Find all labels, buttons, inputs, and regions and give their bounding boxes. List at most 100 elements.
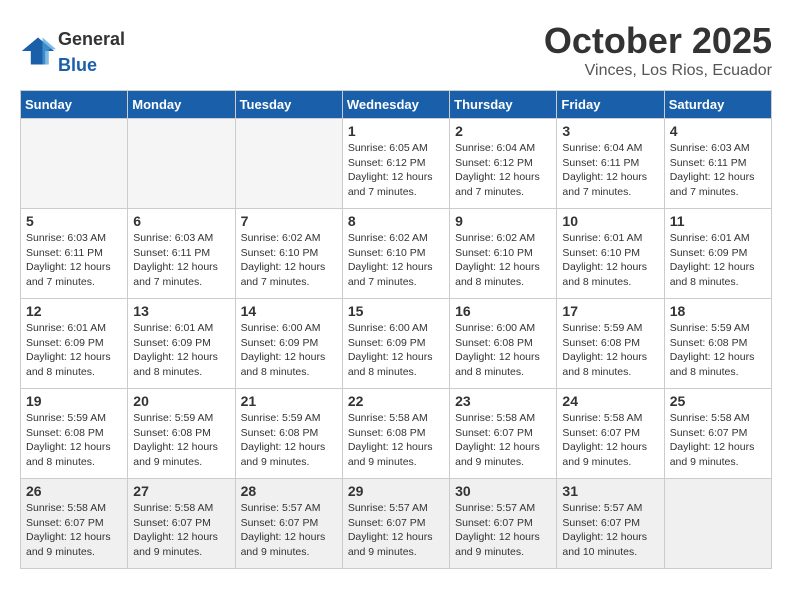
day-info: Sunrise: 5:58 AM Sunset: 6:07 PM Dayligh… xyxy=(562,411,658,470)
day-info: Sunrise: 5:58 AM Sunset: 6:07 PM Dayligh… xyxy=(133,501,229,560)
day-info: Sunrise: 5:59 AM Sunset: 6:08 PM Dayligh… xyxy=(670,321,766,380)
calendar-day xyxy=(128,119,235,209)
day-number: 9 xyxy=(455,213,551,229)
calendar-day: 5 Sunrise: 6:03 AM Sunset: 6:11 PM Daylig… xyxy=(21,209,128,299)
week-row: 1 Sunrise: 6:05 AM Sunset: 6:12 PM Daylig… xyxy=(21,119,772,209)
day-number: 4 xyxy=(670,123,766,139)
calendar-day xyxy=(235,119,342,209)
day-number: 25 xyxy=(670,393,766,409)
day-number: 21 xyxy=(241,393,337,409)
calendar-day: 10Sunrise: 6:01 AM Sunset: 6:10 PM Dayli… xyxy=(557,209,664,299)
weekday-header: Sunday xyxy=(21,91,128,119)
weekday-header: Monday xyxy=(128,91,235,119)
day-number: 20 xyxy=(133,393,229,409)
day-info: Sunrise: 5:58 AM Sunset: 6:07 PM Dayligh… xyxy=(455,411,551,470)
day-number: 24 xyxy=(562,393,658,409)
day-number: 16 xyxy=(455,303,551,319)
calendar-table: SundayMondayTuesdayWednesdayThursdayFrid… xyxy=(20,90,772,569)
calendar-day: 6 Sunrise: 6:03 AM Sunset: 6:11 PM Daylig… xyxy=(128,209,235,299)
day-info: Sunrise: 6:05 AM Sunset: 6:12 PM Dayligh… xyxy=(348,141,444,200)
calendar-day xyxy=(664,479,771,569)
day-number: 28 xyxy=(241,483,337,499)
day-info: Sunrise: 5:57 AM Sunset: 6:07 PM Dayligh… xyxy=(241,501,337,560)
day-info: Sunrise: 6:01 AM Sunset: 6:09 PM Dayligh… xyxy=(670,231,766,290)
week-row: 26Sunrise: 5:58 AM Sunset: 6:07 PM Dayli… xyxy=(21,479,772,569)
day-number: 17 xyxy=(562,303,658,319)
day-number: 3 xyxy=(562,123,658,139)
calendar-day: 30Sunrise: 5:57 AM Sunset: 6:07 PM Dayli… xyxy=(450,479,557,569)
day-number: 6 xyxy=(133,213,229,229)
day-info: Sunrise: 6:01 AM Sunset: 6:09 PM Dayligh… xyxy=(26,321,122,380)
day-info: Sunrise: 6:02 AM Sunset: 6:10 PM Dayligh… xyxy=(241,231,337,290)
weekday-header-row: SundayMondayTuesdayWednesdayThursdayFrid… xyxy=(21,91,772,119)
calendar-day: 28 Sunrise: 5:57 AM Sunset: 6:07 PM Dayli… xyxy=(235,479,342,569)
calendar-day: 15 Sunrise: 6:00 AM Sunset: 6:09 PM Dayli… xyxy=(342,299,449,389)
day-number: 19 xyxy=(26,393,122,409)
day-info: Sunrise: 6:03 AM Sunset: 6:11 PM Dayligh… xyxy=(670,141,766,200)
day-info: Sunrise: 5:57 AM Sunset: 6:07 PM Dayligh… xyxy=(348,501,444,560)
weekday-header: Thursday xyxy=(450,91,557,119)
calendar-day: 26Sunrise: 5:58 AM Sunset: 6:07 PM Dayli… xyxy=(21,479,128,569)
day-info: Sunrise: 5:58 AM Sunset: 6:08 PM Dayligh… xyxy=(348,411,444,470)
calendar-day: 17 Sunrise: 5:59 AM Sunset: 6:08 PM Dayli… xyxy=(557,299,664,389)
calendar-day: 22 Sunrise: 5:58 AM Sunset: 6:08 PM Dayli… xyxy=(342,389,449,479)
calendar-day: 21 Sunrise: 5:59 AM Sunset: 6:08 PM Dayli… xyxy=(235,389,342,479)
calendar-day: 31Sunrise: 5:57 AM Sunset: 6:07 PM Dayli… xyxy=(557,479,664,569)
day-info: Sunrise: 6:04 AM Sunset: 6:11 PM Dayligh… xyxy=(562,141,658,200)
calendar-day: 12 Sunrise: 6:01 AM Sunset: 6:09 PM Dayli… xyxy=(21,299,128,389)
calendar-day: 18Sunrise: 5:59 AM Sunset: 6:08 PM Dayli… xyxy=(664,299,771,389)
calendar-day: 27 Sunrise: 5:58 AM Sunset: 6:07 PM Dayli… xyxy=(128,479,235,569)
calendar-day: 25 Sunrise: 5:58 AM Sunset: 6:07 PM Dayli… xyxy=(664,389,771,479)
calendar-day: 23 Sunrise: 5:58 AM Sunset: 6:07 PM Dayli… xyxy=(450,389,557,479)
day-number: 14 xyxy=(241,303,337,319)
weekday-header: Friday xyxy=(557,91,664,119)
day-number: 23 xyxy=(455,393,551,409)
day-info: Sunrise: 5:58 AM Sunset: 6:07 PM Dayligh… xyxy=(670,411,766,470)
day-info: Sunrise: 5:57 AM Sunset: 6:07 PM Dayligh… xyxy=(562,501,658,560)
calendar-day: 9 Sunrise: 6:02 AM Sunset: 6:10 PM Daylig… xyxy=(450,209,557,299)
day-number: 10 xyxy=(562,213,658,229)
calendar-day: 4 Sunrise: 6:03 AM Sunset: 6:11 PM Daylig… xyxy=(664,119,771,209)
month-title: October 2025 xyxy=(544,20,772,62)
day-info: Sunrise: 5:59 AM Sunset: 6:08 PM Dayligh… xyxy=(133,411,229,470)
calendar-day: 20 Sunrise: 5:59 AM Sunset: 6:08 PM Dayli… xyxy=(128,389,235,479)
day-info: Sunrise: 6:01 AM Sunset: 6:09 PM Dayligh… xyxy=(133,321,229,380)
day-info: Sunrise: 6:02 AM Sunset: 6:10 PM Dayligh… xyxy=(455,231,551,290)
calendar-day: 3 Sunrise: 6:04 AM Sunset: 6:11 PM Daylig… xyxy=(557,119,664,209)
day-number: 12 xyxy=(26,303,122,319)
calendar-day: 29Sunrise: 5:57 AM Sunset: 6:07 PM Dayli… xyxy=(342,479,449,569)
weekday-header: Wednesday xyxy=(342,91,449,119)
calendar-day: 24 Sunrise: 5:58 AM Sunset: 6:07 PM Dayli… xyxy=(557,389,664,479)
calendar-day: 11 Sunrise: 6:01 AM Sunset: 6:09 PM Dayli… xyxy=(664,209,771,299)
day-number: 5 xyxy=(26,213,122,229)
calendar-day: 2Sunrise: 6:04 AM Sunset: 6:12 PM Daylig… xyxy=(450,119,557,209)
day-info: Sunrise: 5:58 AM Sunset: 6:07 PM Dayligh… xyxy=(26,501,122,560)
day-number: 15 xyxy=(348,303,444,319)
week-row: 19 Sunrise: 5:59 AM Sunset: 6:08 PM Dayli… xyxy=(21,389,772,479)
day-number: 1 xyxy=(348,123,444,139)
day-number: 11 xyxy=(670,213,766,229)
day-number: 27 xyxy=(133,483,229,499)
day-number: 7 xyxy=(241,213,337,229)
location: Vinces, Los Rios, Ecuador xyxy=(544,62,772,80)
title-area: October 2025 Vinces, Los Rios, Ecuador xyxy=(544,20,772,80)
calendar-day xyxy=(21,119,128,209)
day-info: Sunrise: 6:03 AM Sunset: 6:11 PM Dayligh… xyxy=(133,231,229,290)
day-info: Sunrise: 6:03 AM Sunset: 6:11 PM Dayligh… xyxy=(26,231,122,290)
day-info: Sunrise: 6:00 AM Sunset: 6:09 PM Dayligh… xyxy=(241,321,337,380)
calendar-day: 13Sunrise: 6:01 AM Sunset: 6:09 PM Dayli… xyxy=(128,299,235,389)
day-info: Sunrise: 6:02 AM Sunset: 6:10 PM Dayligh… xyxy=(348,231,444,290)
calendar-day: 16 Sunrise: 6:00 AM Sunset: 6:08 PM Dayli… xyxy=(450,299,557,389)
day-number: 22 xyxy=(348,393,444,409)
day-info: Sunrise: 6:04 AM Sunset: 6:12 PM Dayligh… xyxy=(455,141,551,200)
day-info: Sunrise: 6:00 AM Sunset: 6:08 PM Dayligh… xyxy=(455,321,551,380)
day-info: Sunrise: 5:59 AM Sunset: 6:08 PM Dayligh… xyxy=(562,321,658,380)
logo-general: General xyxy=(58,29,125,49)
calendar-day: 8Sunrise: 6:02 AM Sunset: 6:10 PM Daylig… xyxy=(342,209,449,299)
calendar-day: 7 Sunrise: 6:02 AM Sunset: 6:10 PM Daylig… xyxy=(235,209,342,299)
week-row: 12 Sunrise: 6:01 AM Sunset: 6:09 PM Dayli… xyxy=(21,299,772,389)
day-number: 30 xyxy=(455,483,551,499)
day-info: Sunrise: 5:59 AM Sunset: 6:08 PM Dayligh… xyxy=(241,411,337,470)
day-info: Sunrise: 6:00 AM Sunset: 6:09 PM Dayligh… xyxy=(348,321,444,380)
week-row: 5 Sunrise: 6:03 AM Sunset: 6:11 PM Daylig… xyxy=(21,209,772,299)
